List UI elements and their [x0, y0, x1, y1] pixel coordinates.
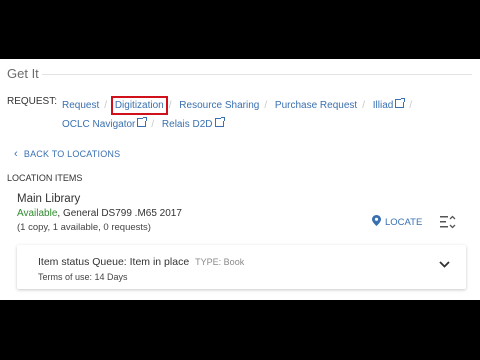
location-items-heading: LOCATION ITEMS — [7, 173, 83, 183]
link-separator: / — [168, 100, 172, 111]
link-separator: / — [151, 119, 155, 130]
map-pin-icon — [372, 215, 381, 226]
link-separator: / — [264, 100, 268, 111]
copies-summary: (1 copy, 1 available, 0 requests) — [17, 222, 151, 233]
locate-button[interactable]: LOCATE — [372, 215, 422, 228]
link-separator: / — [104, 100, 108, 111]
back-label: BACK TO LOCATIONS — [23, 149, 121, 159]
title-divider — [42, 74, 472, 75]
link-separator: / — [362, 100, 365, 111]
request-link-resource-sharing[interactable]: Resource Sharing — [179, 100, 259, 111]
availability-status: Available — [17, 208, 58, 219]
request-link-request[interactable]: Request — [62, 100, 99, 111]
item-status: Item status Queue: Item in place — [38, 256, 190, 268]
terms-of-use: Terms of use: 14 Days — [38, 272, 128, 282]
external-link-icon — [395, 98, 406, 108]
chevron-down-icon[interactable] — [439, 261, 450, 268]
library-name: Main Library — [17, 193, 81, 205]
chevron-left-icon: ‹ — [14, 148, 18, 160]
availability-line: Available, General DS799 .M65 2017 — [17, 208, 182, 219]
request-links: Request / Digitization / Resource Sharing /… — [62, 96, 472, 134]
call-number: , General DS799 .M65 2017 — [57, 208, 182, 219]
external-link-icon — [214, 117, 225, 127]
item-card[interactable]: Item status Queue: Item in place TYPE: Bo… — [17, 245, 466, 289]
request-link-purchase-request[interactable]: Purchase Request — [275, 100, 357, 111]
request-link-relais-d2d[interactable]: Relais D2D — [162, 119, 213, 130]
request-link-digitization[interactable]: Digitization — [110, 96, 168, 115]
section-title: Get It — [7, 66, 39, 81]
request-link-oclc-navigator[interactable]: OCLC Navigator — [62, 119, 135, 130]
item-status-line: Item status Queue: Item in place TYPE: Bo… — [38, 256, 244, 268]
sort-filter-icon[interactable] — [440, 215, 456, 229]
back-to-locations-button[interactable]: ‹ BACK TO LOCATIONS — [14, 148, 120, 160]
link-separator: / — [409, 100, 413, 111]
external-link-icon — [137, 117, 148, 127]
request-label: REQUEST: — [7, 96, 58, 107]
get-it-panel: Get It REQUEST: Request / Digitization / R… — [0, 59, 480, 300]
item-type: TYPE: Book — [195, 257, 245, 267]
request-link-illiad[interactable]: Illiad — [373, 100, 394, 111]
locate-label: LOCATE — [385, 217, 423, 228]
